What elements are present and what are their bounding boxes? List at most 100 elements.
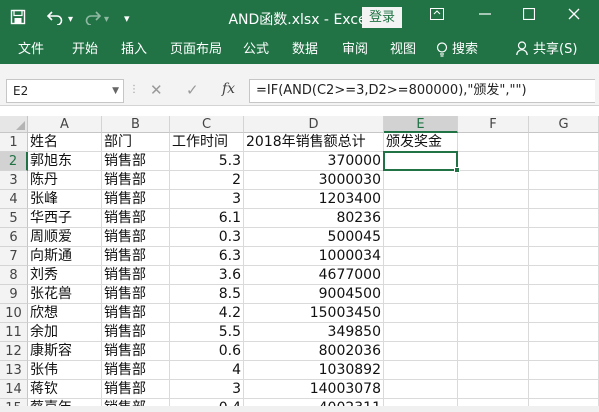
login-button[interactable]: 登录 (362, 7, 402, 28)
tab-view[interactable]: 视图 (390, 42, 416, 58)
cell-b4[interactable]: 销售部 (102, 190, 170, 209)
undo-dropdown-icon[interactable]: ▾ (68, 11, 73, 29)
cell-e2[interactable] (384, 152, 458, 171)
cell-e10[interactable] (384, 304, 458, 323)
cell-b12[interactable]: 销售部 (102, 342, 170, 361)
cell-d12[interactable]: 8002036 (244, 342, 384, 361)
cell-c3[interactable]: 2 (170, 171, 244, 190)
cell-d13[interactable]: 1030892 (244, 361, 384, 380)
row-header[interactable]: 3 (0, 171, 28, 190)
cell-f3[interactable] (458, 171, 529, 190)
cell-a5[interactable]: 华西子 (28, 209, 102, 228)
tab-page-layout[interactable]: 页面布局 (170, 42, 222, 58)
cell-a1[interactable]: 姓名 (28, 133, 102, 152)
cell-g7[interactable] (529, 247, 599, 266)
cell-e3[interactable] (384, 171, 458, 190)
cell-g8[interactable] (529, 266, 599, 285)
cell-e8[interactable] (384, 266, 458, 285)
cell-g9[interactable] (529, 285, 599, 304)
name-box[interactable]: E2 ▼ (6, 79, 124, 103)
column-header-d[interactable]: D (244, 116, 384, 133)
cell-b9[interactable]: 销售部 (102, 285, 170, 304)
cell-d1[interactable]: 2018年销售额总计 (244, 133, 384, 152)
fill-handle[interactable] (454, 167, 460, 173)
cell-e7[interactable] (384, 247, 458, 266)
cell-a7[interactable]: 向斯通 (28, 247, 102, 266)
row-header[interactable]: 13 (0, 361, 28, 380)
cell-e1[interactable]: 颁发奖金 (384, 133, 458, 152)
cell-c6[interactable]: 0.3 (170, 228, 244, 247)
cell-c2[interactable]: 5.3 (170, 152, 244, 171)
cell-b7[interactable]: 销售部 (102, 247, 170, 266)
save-icon[interactable] (10, 9, 26, 29)
cell-e11[interactable] (384, 323, 458, 342)
cell-c13[interactable]: 4 (170, 361, 244, 380)
column-header-b[interactable]: B (102, 116, 170, 133)
cell-c8[interactable]: 3.6 (170, 266, 244, 285)
undo-icon[interactable] (46, 9, 64, 29)
cell-b5[interactable]: 销售部 (102, 209, 170, 228)
tab-formulas[interactable]: 公式 (243, 42, 269, 58)
cell-e4[interactable] (384, 190, 458, 209)
cell-a9[interactable]: 张花兽 (28, 285, 102, 304)
cell-f11[interactable] (458, 323, 529, 342)
cell-d2[interactable]: 370000 (244, 152, 384, 171)
cell-a11[interactable]: 余加 (28, 323, 102, 342)
redo-icon[interactable] (84, 9, 102, 29)
row-header[interactable]: 6 (0, 228, 28, 247)
enter-icon[interactable]: ✓ (186, 81, 199, 99)
share-user-icon[interactable] (516, 41, 528, 61)
cell-g4[interactable] (529, 190, 599, 209)
column-header-e[interactable]: E (384, 116, 458, 133)
cell-e13[interactable] (384, 361, 458, 380)
cell-e12[interactable] (384, 342, 458, 361)
column-header-f[interactable]: F (458, 116, 529, 133)
tab-insert[interactable]: 插入 (121, 42, 147, 58)
formula-input[interactable]: =IF(AND(C2>=3,D2>=800000),"颁发","") (249, 79, 595, 103)
tab-file[interactable]: 文件 (18, 42, 44, 58)
cell-c9[interactable]: 8.5 (170, 285, 244, 304)
cell-d5[interactable]: 80236 (244, 209, 384, 228)
column-header-a[interactable]: A (28, 116, 102, 133)
cell-d14[interactable]: 14003078 (244, 380, 384, 399)
cell-b10[interactable]: 销售部 (102, 304, 170, 323)
cell-d3[interactable]: 3000030 (244, 171, 384, 190)
cell-d6[interactable]: 500045 (244, 228, 384, 247)
cell-b3[interactable]: 销售部 (102, 171, 170, 190)
cell-b11[interactable]: 销售部 (102, 323, 170, 342)
cell-a10[interactable]: 欣想 (28, 304, 102, 323)
cell-c4[interactable]: 3 (170, 190, 244, 209)
customize-icon[interactable]: ▾ (124, 10, 130, 28)
cell-f1[interactable] (458, 133, 529, 152)
cell-b1[interactable]: 部门 (102, 133, 170, 152)
cell-c14[interactable]: 3 (170, 380, 244, 399)
cell-f4[interactable] (458, 190, 529, 209)
cell-g14[interactable] (529, 380, 599, 399)
cell-c1[interactable]: 工作时间 (170, 133, 244, 152)
cell-b6[interactable]: 销售部 (102, 228, 170, 247)
row-header[interactable]: 2 (0, 152, 28, 171)
row-header[interactable]: 7 (0, 247, 28, 266)
cell-b13[interactable]: 销售部 (102, 361, 170, 380)
cell-f9[interactable] (458, 285, 529, 304)
cell-d9[interactable]: 9004500 (244, 285, 384, 304)
row-header[interactable]: 9 (0, 285, 28, 304)
cell-a3[interactable]: 陈丹 (28, 171, 102, 190)
cell-c11[interactable]: 5.5 (170, 323, 244, 342)
cell-c7[interactable]: 6.3 (170, 247, 244, 266)
lightbulb-icon[interactable] (436, 42, 448, 62)
minimize-icon[interactable] (478, 8, 492, 24)
cell-b14[interactable]: 销售部 (102, 380, 170, 399)
cell-f6[interactable] (458, 228, 529, 247)
cell-g6[interactable] (529, 228, 599, 247)
name-box-dropdown-icon[interactable]: ▼ (112, 80, 119, 102)
cell-g11[interactable] (529, 323, 599, 342)
cell-d11[interactable]: 349850 (244, 323, 384, 342)
cell-e6[interactable] (384, 228, 458, 247)
cell-g3[interactable] (529, 171, 599, 190)
cell-e5[interactable] (384, 209, 458, 228)
cell-g13[interactable] (529, 361, 599, 380)
tab-data[interactable]: 数据 (292, 42, 318, 58)
row-header[interactable]: 10 (0, 304, 28, 323)
cell-c12[interactable]: 0.6 (170, 342, 244, 361)
